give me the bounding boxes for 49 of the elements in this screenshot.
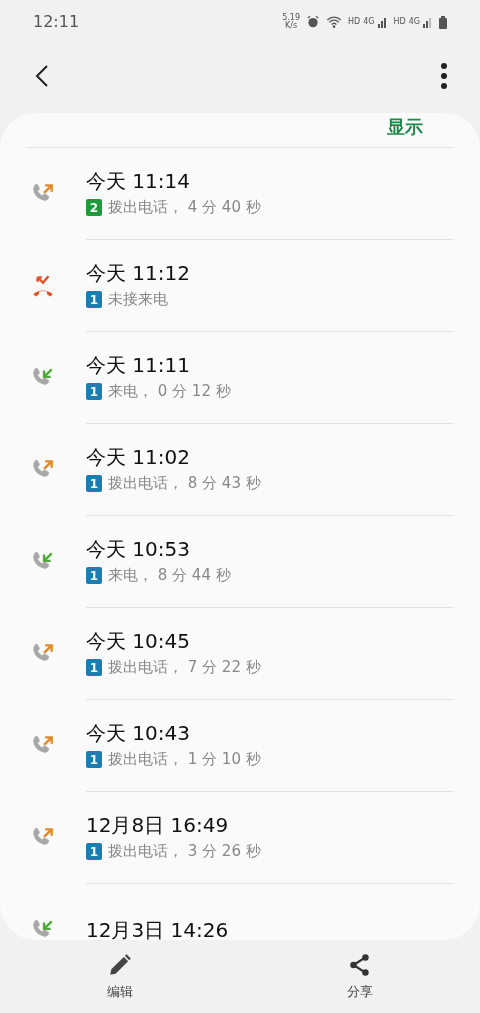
- call-time: 今天 10:45: [86, 628, 191, 655]
- network-type: 4G: [408, 18, 420, 26]
- sim-badge: 1: [86, 383, 102, 400]
- network-type: 4G: [363, 18, 375, 26]
- call-detail: 未接来电: [108, 289, 168, 311]
- call-time: 今天 10:43: [86, 720, 191, 747]
- share-button[interactable]: 分享: [240, 940, 480, 1013]
- sim-badge: 1: [86, 567, 102, 584]
- call-log-row[interactable]: 今天 11:14 2 拨出电话， 4 分 40 秒: [0, 148, 480, 240]
- call-time: 今天 10:53: [86, 536, 191, 563]
- call-log-row[interactable]: 今天 10:45 1 拨出电话， 7 分 22 秒: [0, 608, 480, 700]
- call-detail: 拨出电话， 1 分 10 秒: [108, 749, 261, 771]
- call-detail: 来电， 8 分 44 秒: [108, 565, 231, 587]
- pencil-icon: [107, 951, 133, 978]
- sim-badge: 2: [86, 199, 102, 216]
- call-detail: 拨出电话， 7 分 22 秒: [108, 657, 261, 679]
- network-speed: 5.19 K/s: [282, 14, 301, 30]
- call-log-row[interactable]: 12月8日 16:49 1 拨出电话， 3 分 26 秒: [0, 792, 480, 884]
- sim-badge: 1: [86, 291, 102, 308]
- edit-button[interactable]: 编辑: [0, 940, 240, 1013]
- sim-badge: 1: [86, 751, 102, 768]
- call-detail: 拨出电话， 8 分 43 秒: [108, 473, 261, 495]
- call-time: 今天 11:02: [86, 444, 191, 471]
- call-detail: 来电， 0 分 12 秒: [108, 381, 231, 403]
- call-time: 今天 11:11: [86, 352, 191, 379]
- sim-badge: 1: [86, 659, 102, 676]
- call-time: 今天 11:14: [86, 168, 191, 195]
- call-log-row[interactable]: 12月3日 14:26: [0, 884, 480, 940]
- hd-indicator: HD: [393, 18, 406, 26]
- call-time: 12月3日 14:26: [86, 917, 230, 940]
- call-detail: 拨出电话， 4 分 40 秒: [108, 197, 261, 219]
- status-time: 12:11: [33, 11, 80, 33]
- call-log-row[interactable]: 今天 10:43 1 拨出电话， 1 分 10 秒: [0, 700, 480, 792]
- call-time: 今天 11:12: [86, 260, 191, 287]
- battery-icon: [439, 15, 447, 29]
- call-log-row[interactable]: 今天 10:53 1 来电， 8 分 44 秒: [0, 516, 480, 608]
- call-log-row[interactable]: 今天 11:11 1 来电， 0 分 12 秒: [0, 332, 480, 424]
- wifi-icon: [326, 15, 343, 29]
- sim-badge: 1: [86, 475, 102, 492]
- alarm-icon: [306, 15, 321, 29]
- call-detail: 拨出电话， 3 分 26 秒: [108, 841, 261, 863]
- signal-icon: [423, 16, 433, 28]
- call-time: 12月8日 16:49: [86, 812, 230, 839]
- signal-icon: [377, 16, 388, 28]
- call-log-row[interactable]: 今天 11:12 1 未接来电: [0, 240, 480, 332]
- call-log-row[interactable]: 今天 11:02 1 拨出电话， 8 分 43 秒: [0, 424, 480, 516]
- show-button[interactable]: 显示: [387, 113, 423, 141]
- sim-badge: 1: [86, 843, 102, 860]
- hd-indicator: HD: [348, 18, 361, 26]
